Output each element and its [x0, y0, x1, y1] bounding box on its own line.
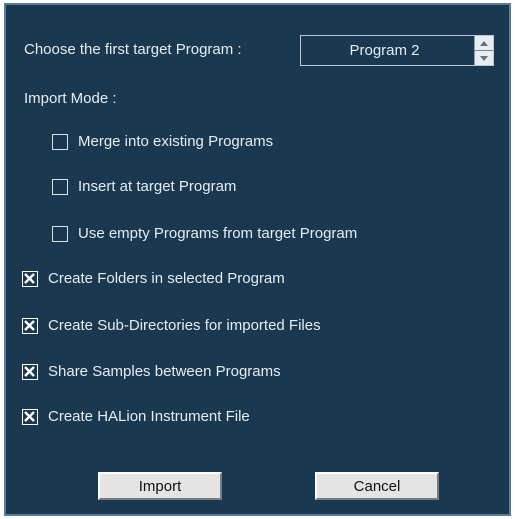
option-create-halion-file[interactable]: Create HALion Instrument File: [22, 408, 250, 425]
target-program-label: Choose the first target Program :: [24, 41, 242, 58]
x-check-icon: [24, 365, 35, 377]
program-stepper[interactable]: [474, 36, 493, 65]
create-subdirectories-checkbox[interactable]: [22, 317, 38, 334]
arrow-down-icon: [480, 55, 488, 61]
merge-label: Merge into existing Programs: [78, 133, 274, 150]
stepper-down-button[interactable]: [475, 51, 493, 65]
create-folders-checkbox[interactable]: [22, 270, 38, 287]
insert-label: Insert at target Program: [78, 178, 237, 195]
create-folders-label: Create Folders in selected Program: [48, 270, 285, 287]
x-check-icon: [24, 319, 35, 331]
target-program-select[interactable]: Program 2: [300, 35, 494, 66]
stepper-up-button[interactable]: [475, 36, 493, 51]
target-program-row: Choose the first target Program :: [24, 41, 242, 58]
x-check-icon: [24, 272, 35, 284]
import-button[interactable]: Import: [98, 472, 222, 500]
target-program-value: Program 2: [349, 42, 420, 59]
insert-checkbox[interactable]: [52, 178, 68, 195]
option-create-folders[interactable]: Create Folders in selected Program: [22, 270, 285, 287]
import-mode-heading-row: Import Mode :: [24, 90, 117, 107]
arrow-up-icon: [480, 40, 488, 46]
option-share-samples[interactable]: Share Samples between Programs: [22, 363, 281, 380]
share-samples-checkbox[interactable]: [22, 363, 38, 380]
use-empty-checkbox[interactable]: [52, 225, 68, 242]
share-samples-label: Share Samples between Programs: [48, 363, 281, 380]
option-create-subdirectories[interactable]: Create Sub-Directories for imported File…: [22, 317, 321, 334]
create-halion-file-checkbox[interactable]: [22, 408, 38, 425]
create-subdirectories-label: Create Sub-Directories for imported File…: [48, 317, 321, 334]
merge-checkbox[interactable]: [52, 133, 68, 150]
import-mode-label: Import Mode :: [24, 90, 117, 107]
import-mode-option-insert[interactable]: Insert at target Program: [52, 178, 236, 195]
use-empty-label: Use empty Programs from target Program: [78, 225, 358, 242]
create-halion-file-label: Create HALion Instrument File: [48, 408, 250, 425]
import-mode-option-empty[interactable]: Use empty Programs from target Program: [52, 225, 357, 242]
cancel-button[interactable]: Cancel: [315, 472, 439, 500]
import-dialog: Choose the first target Program : Progra…: [4, 3, 511, 516]
x-check-icon: [24, 410, 35, 422]
import-mode-option-merge[interactable]: Merge into existing Programs: [52, 133, 273, 150]
